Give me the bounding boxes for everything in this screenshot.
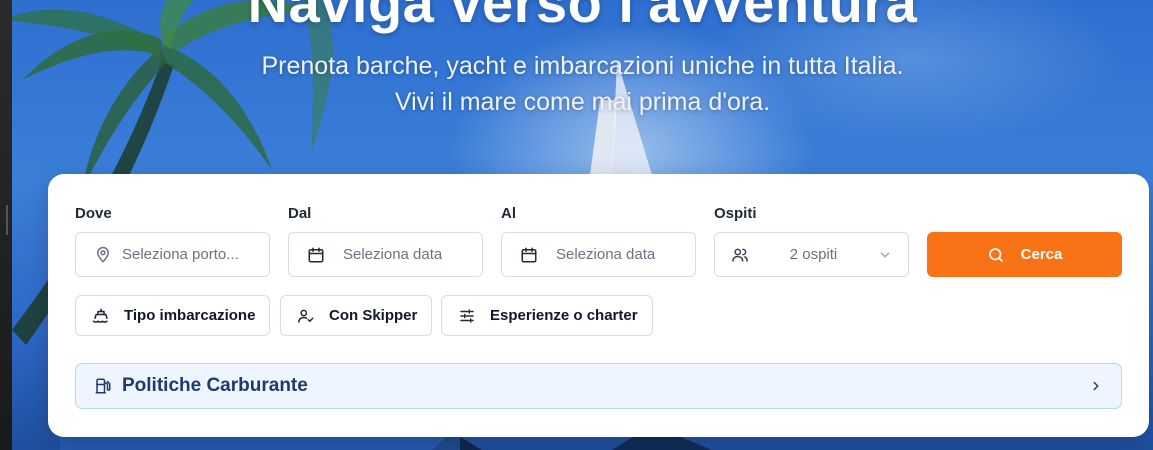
map-pin-icon (94, 246, 112, 264)
user-check-icon (297, 307, 315, 325)
to-placeholder: Seleziona data (556, 246, 656, 263)
hero-subtitle-line1: Prenota barche, yacht e imbarcazioni uni… (261, 52, 904, 80)
to-label: Al (501, 205, 516, 222)
filter-experiences-label: Esperienze o charter (490, 307, 638, 324)
where-label: Dove (75, 205, 112, 222)
where-placeholder: Seleziona porto... (122, 246, 239, 263)
from-date-input[interactable]: Seleziona data (288, 232, 483, 277)
filter-skipper-label: Con Skipper (329, 307, 418, 324)
search-button[interactable]: Cerca (927, 232, 1122, 277)
chevron-down-icon (878, 248, 892, 262)
search-button-label: Cerca (1020, 246, 1063, 263)
filter-boat-type-label: Tipo imbarcazione (124, 307, 256, 324)
from-label: Dal (288, 205, 312, 222)
hero-title: Naviga verso l'avventura (247, 0, 918, 34)
to-date-input[interactable]: Seleziona data (501, 232, 696, 277)
hero-subtitle-line2: Vivi il mare come mai prima d'ora. (394, 88, 771, 116)
guests-select[interactable]: 2 ospiti (714, 232, 909, 277)
search-icon (987, 246, 1005, 264)
from-placeholder: Seleziona data (343, 246, 443, 263)
fuel-policy-bar[interactable]: Politiche Carburante (75, 363, 1122, 409)
window-edge (0, 0, 12, 450)
filter-skipper[interactable]: Con Skipper (280, 295, 433, 336)
where-input[interactable]: Seleziona porto... (75, 232, 270, 277)
guests-value: 2 ospiti (789, 246, 838, 263)
fuel-icon (94, 377, 112, 395)
search-card: Dove Seleziona porto... Dal Seleziona da… (48, 174, 1149, 437)
calendar-icon (307, 246, 325, 264)
boat-icon (92, 307, 110, 325)
sliders-icon (458, 307, 476, 325)
fuel-policy-label: Politiche Carburante (122, 375, 308, 396)
users-icon (731, 246, 749, 264)
guests-label: Ospiti (714, 205, 757, 222)
filter-boat-type[interactable]: Tipo imbarcazione (75, 295, 271, 336)
calendar-icon (520, 246, 538, 264)
filter-experiences[interactable]: Esperienze o charter (441, 295, 653, 336)
chevron-right-icon (1089, 379, 1103, 393)
